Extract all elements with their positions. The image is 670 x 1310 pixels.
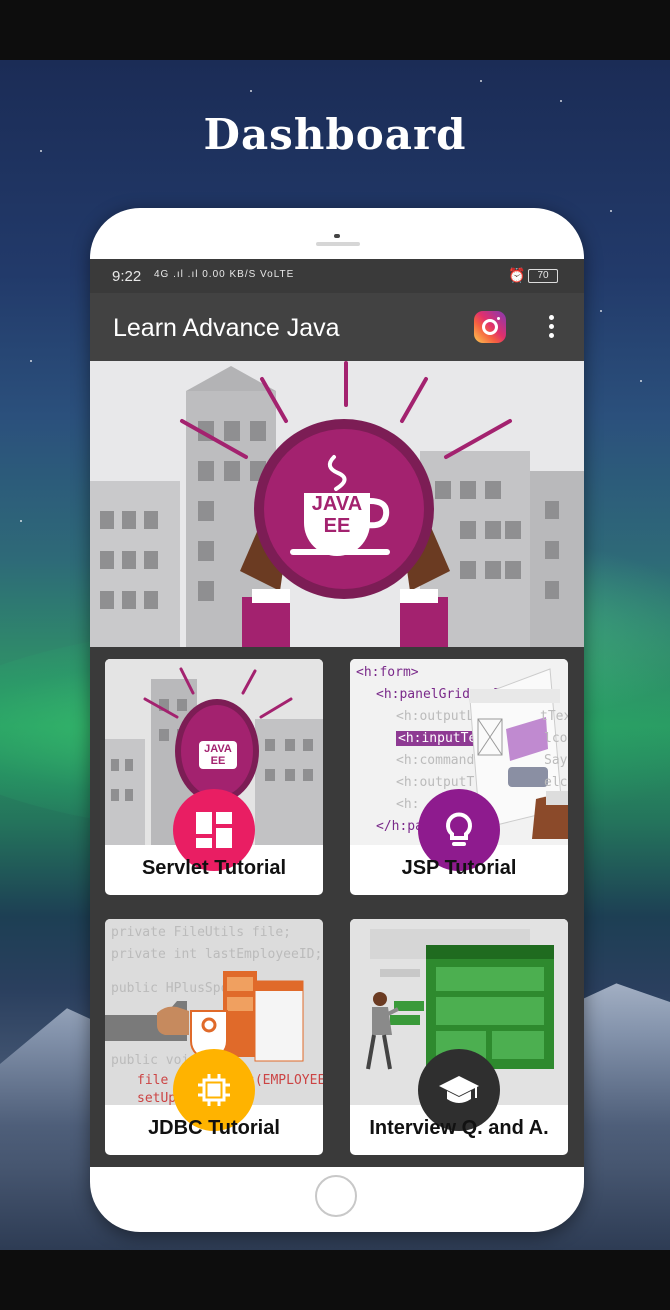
status-time: 9:22 [112,268,142,285]
phone-screen: 9:22 4G .ıl .ıl 0.00 KB/S VoLTE ⏰ 70 Lea… [90,259,584,1167]
card-jdbc-tutorial[interactable]: private FileUtils file; private int last… [105,919,323,1155]
phone-camera [334,234,340,238]
card-jsp-tutorial[interactable]: <h:form> <h:panelGrid colum <h:outputLab… [350,659,568,895]
instagram-icon[interactable] [474,311,506,343]
card-interview-qa[interactable]: Interview Q. and A. [350,919,568,1155]
bottom-black-bar [0,1250,670,1310]
star [610,210,612,212]
mini-logo-line-1: JAVA [204,743,232,755]
app-title: Learn Advance Java [113,314,340,342]
signal-indicators: 4G .ıl .ıl 0.00 KB/S VoLTE [154,269,295,280]
code-line-right: Say [544,753,568,768]
code-line-right: tTex [540,709,568,724]
alarm-icon: ⏰ [508,267,526,283]
star [20,520,22,522]
star [30,360,32,362]
card-label: JDBC Tutorial [148,1117,280,1139]
logo-line-1: JAVA [311,493,363,515]
app-bar: Learn Advance Java [90,293,584,361]
java-ee-mini-logo: JAVA EE [199,743,237,767]
code-line-right: s(EMPLOYEES [247,1073,323,1088]
java-ee-logo-text: JAVA EE [304,493,370,537]
phone-speaker [316,242,360,246]
hero-banner: JAVA EE [90,361,584,647]
battery-icon: 70 [528,269,558,283]
star [250,90,252,92]
home-button[interactable] [315,1175,357,1217]
card-label: Servlet Tutorial [141,857,287,879]
card-label: JSP Tutorial [401,857,517,879]
code-line-right: lcom [544,731,568,746]
star [640,380,642,382]
card-servlet-tutorial[interactable]: JAVA EE Servlet Tutorial [105,659,323,895]
star [480,80,482,82]
tutorial-grid: JAVA EE Servlet Tutorial <h:form> <h:pan… [90,647,584,1167]
logo-line-2: EE [323,515,351,537]
code-line-right: elco [544,775,568,790]
star [600,310,602,312]
phone-frame: 9:22 4G .ıl .ıl 0.00 KB/S VoLTE ⏰ 70 Lea… [90,208,584,1232]
more-vert-icon[interactable] [545,315,557,341]
star [560,100,562,102]
top-black-bar [0,0,670,60]
status-bar: 9:22 4G .ıl .ıl 0.00 KB/S VoLTE ⏰ 70 [90,259,584,293]
page-headline: Dashboard [203,110,467,159]
card-label: Interview Q. and A. [369,1117,549,1139]
mini-logo-line-2: EE [210,755,226,767]
